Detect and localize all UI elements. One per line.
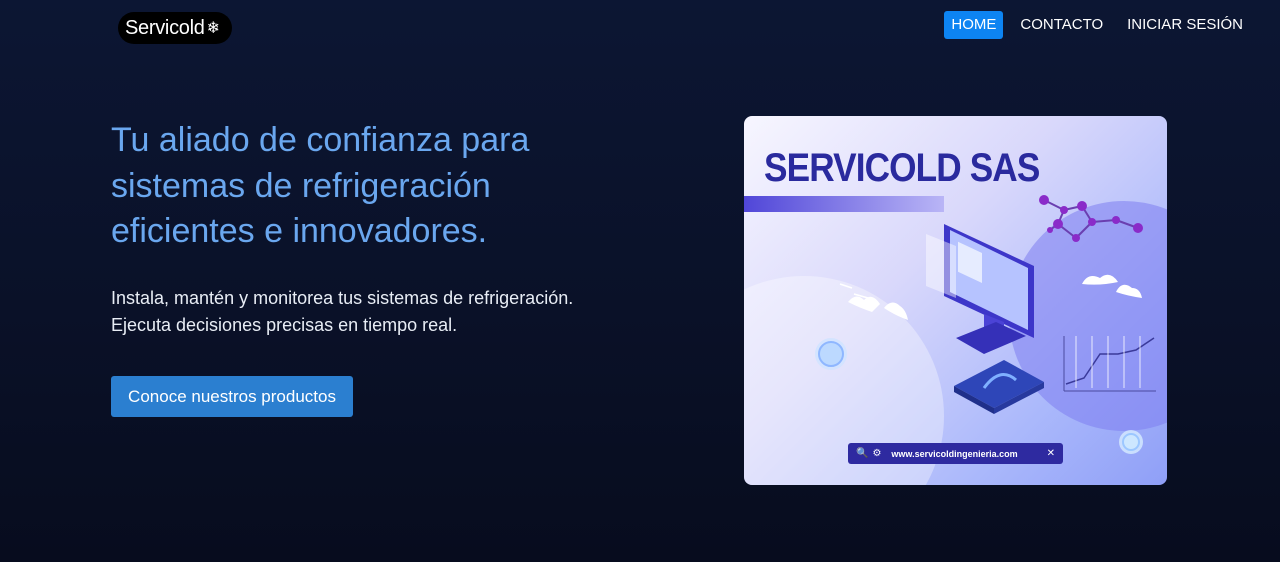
nav-contacto[interactable]: CONTACTO <box>1013 11 1110 39</box>
illustration-title: SERVICOLD SAS <box>764 146 1040 190</box>
illustration-url: www.servicoldingenieria.com <box>891 448 1018 459</box>
settings-icon: ⚙ <box>872 448 882 459</box>
illustration-url-bar: 🔍 ⚙ www.servicoldingenieria.com ✕ <box>848 443 1063 464</box>
hero-illustration: SERVICOLD SAS 🔍 ⚙ www.servicoldingenieri… <box>744 116 1167 485</box>
snowflake-icon: ❄ <box>206 20 220 37</box>
illustration-bar <box>744 196 944 212</box>
top-nav: HOME CONTACTO INICIAR SESIÓN <box>934 11 1250 39</box>
brand-logo[interactable]: Servicold ❄ <box>118 12 232 44</box>
hero-subtitle-line-1: Instala, mantén y monitorea tus sistemas… <box>111 288 574 308</box>
close-icon: ✕ <box>1046 448 1055 459</box>
hero-subtitle-line-2: Ejecuta decisiones precisas en tiempo re… <box>111 315 458 335</box>
logo-text: Servicold <box>125 16 205 39</box>
hero-subtitle: Instala, mantén y monitorea tus sistemas… <box>111 285 671 339</box>
hero-title: Tu aliado de confianza para sistemas de … <box>111 121 530 250</box>
search-icon: 🔍 <box>856 448 869 459</box>
nav-home[interactable]: HOME <box>944 11 1004 39</box>
products-cta-button[interactable]: Conoce nuestros productos <box>111 376 353 417</box>
nav-iniciar-sesion[interactable]: INICIAR SESIÓN <box>1120 11 1250 39</box>
